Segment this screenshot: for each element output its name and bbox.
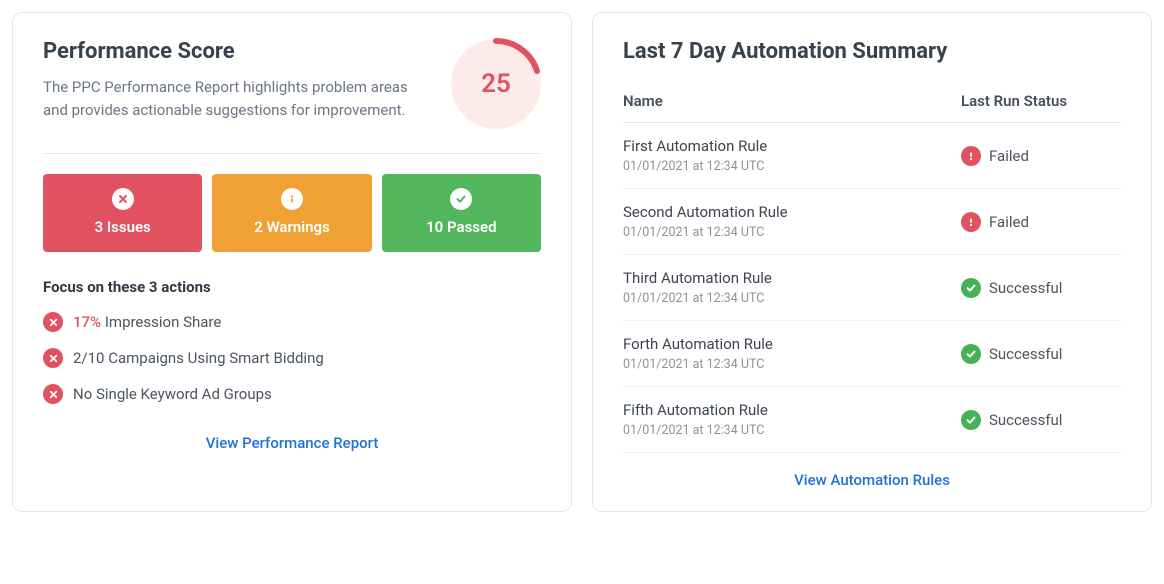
status-label: Successful — [989, 279, 1062, 297]
automation-summary-card: Last 7 Day Automation Summary Name Last … — [592, 12, 1152, 512]
passed-label: 10 Passed — [426, 218, 496, 236]
focus-action-text: 17% Impression Share — [73, 313, 221, 331]
status-label: Successful — [989, 411, 1062, 429]
automation-row: Fifth Automation Rule 01/01/2021 at 12:3… — [623, 387, 1121, 453]
focus-action-item: 17% Impression Share — [43, 312, 541, 332]
focus-actions-list: 17% Impression Share 2/10 Campaigns Usin… — [43, 312, 541, 404]
status-failed-icon — [961, 212, 981, 232]
view-performance-report-link[interactable]: View Performance Report — [43, 434, 541, 452]
divider — [43, 153, 541, 154]
automation-rule-name: Third Automation Rule — [623, 269, 961, 287]
warnings-icon — [281, 188, 303, 210]
status-label: Failed — [989, 147, 1029, 165]
automation-title: Last 7 Day Automation Summary — [623, 39, 1121, 64]
score-arc-icon — [447, 35, 545, 133]
automation-rule-timestamp: 01/01/2021 at 12:34 UTC — [623, 423, 961, 438]
automation-rule-name: First Automation Rule — [623, 137, 961, 155]
automation-rule-name: Second Automation Rule — [623, 203, 961, 221]
cross-icon — [43, 312, 63, 332]
warnings-label: 2 Warnings — [254, 218, 330, 236]
automation-row: Third Automation Rule 01/01/2021 at 12:3… — [623, 255, 1121, 321]
passed-icon — [450, 188, 472, 210]
status-failed-icon — [961, 146, 981, 166]
performance-description: The PPC Performance Report highlights pr… — [43, 76, 435, 121]
automation-row: Second Automation Rule 01/01/2021 at 12:… — [623, 189, 1121, 255]
issues-tile[interactable]: 3 Issues — [43, 174, 202, 252]
automation-rule-name: Forth Automation Rule — [623, 335, 961, 353]
cross-icon — [43, 384, 63, 404]
score-breakdown: 3 Issues 2 Warnings 10 Passed — [43, 174, 541, 252]
performance-title: Performance Score — [43, 39, 435, 64]
automation-rule-timestamp: 01/01/2021 at 12:34 UTC — [623, 357, 961, 372]
column-header-name: Name — [623, 92, 961, 110]
focus-action-text: No Single Keyword Ad Groups — [73, 385, 272, 403]
issues-icon — [112, 188, 134, 210]
performance-header: Performance Score The PPC Performance Re… — [43, 39, 541, 129]
status-success-icon — [961, 344, 981, 364]
status-success-icon — [961, 278, 981, 298]
automation-row: First Automation Rule 01/01/2021 at 12:3… — [623, 123, 1121, 189]
automation-rule-name: Fifth Automation Rule — [623, 401, 961, 419]
issues-label: 3 Issues — [95, 218, 151, 236]
focus-action-item: 2/10 Campaigns Using Smart Bidding — [43, 348, 541, 368]
focus-action-item: No Single Keyword Ad Groups — [43, 384, 541, 404]
focus-title: Focus on these 3 actions — [43, 278, 541, 296]
automation-row: Forth Automation Rule 01/01/2021 at 12:3… — [623, 321, 1121, 387]
automation-rule-timestamp: 01/01/2021 at 12:34 UTC — [623, 225, 961, 240]
view-automation-rules-link[interactable]: View Automation Rules — [623, 471, 1121, 489]
automation-table-header: Name Last Run Status — [623, 92, 1121, 123]
performance-score-card: Performance Score The PPC Performance Re… — [12, 12, 572, 512]
performance-score-badge: 25 — [451, 39, 541, 129]
passed-tile[interactable]: 10 Passed — [382, 174, 541, 252]
column-header-status: Last Run Status — [961, 92, 1121, 110]
automation-rule-timestamp: 01/01/2021 at 12:34 UTC — [623, 291, 961, 306]
status-success-icon — [961, 410, 981, 430]
focus-action-text: 2/10 Campaigns Using Smart Bidding — [73, 349, 324, 367]
automation-rule-timestamp: 01/01/2021 at 12:34 UTC — [623, 159, 961, 174]
status-label: Successful — [989, 345, 1062, 363]
status-label: Failed — [989, 213, 1029, 231]
cross-icon — [43, 348, 63, 368]
warnings-tile[interactable]: 2 Warnings — [212, 174, 371, 252]
